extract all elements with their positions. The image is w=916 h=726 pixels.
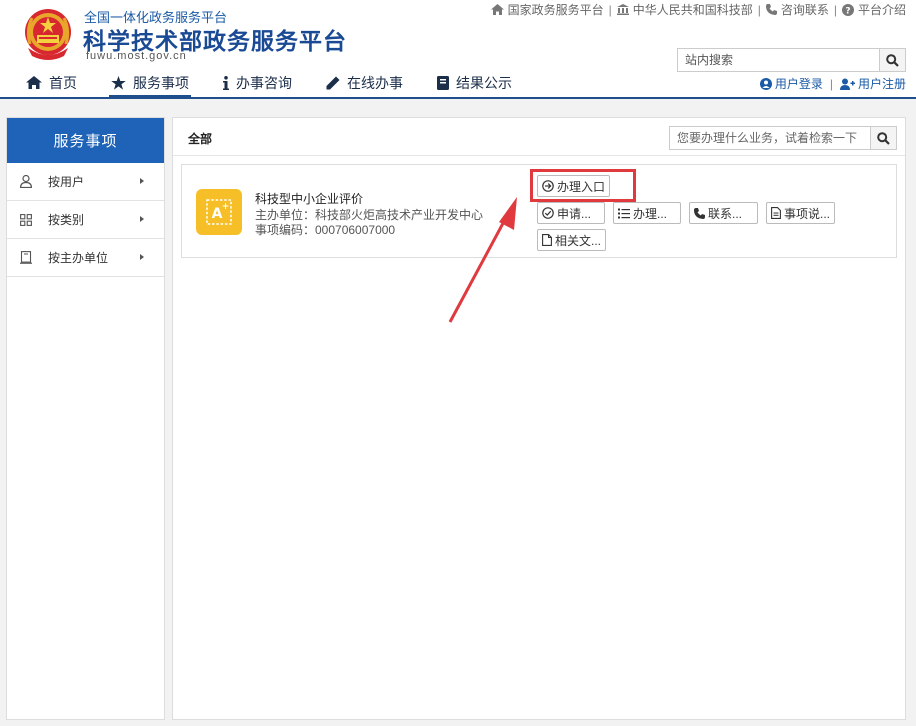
site-search-button[interactable]	[879, 49, 905, 71]
nav-label: 结果公示	[456, 74, 512, 91]
main-nav: 首页 服务事项 办事咨询 在线办事 结果公示	[24, 70, 544, 98]
svg-text:+: +	[222, 202, 230, 212]
bank-icon	[616, 4, 629, 15]
main-header: 全部	[173, 118, 905, 156]
process-button[interactable]: 办理...	[613, 202, 681, 224]
docs-button-label: 相关文...	[555, 233, 602, 248]
grid-icon	[20, 213, 34, 226]
apply-button-label: 申请...	[557, 206, 592, 221]
guide-button[interactable]: 事项说...	[766, 202, 835, 224]
service-code: 事项编码：000706007000	[255, 223, 396, 237]
top-link-label: 平台介绍	[857, 3, 906, 17]
user-links: 用户登录 | 用户注册	[759, 75, 906, 92]
nav-consult[interactable]: 办事咨询	[221, 70, 294, 98]
list-icon	[618, 208, 630, 218]
user-circle-icon	[759, 77, 772, 90]
question-circle-icon: ?	[841, 3, 854, 16]
divider: |	[757, 2, 761, 17]
service-grade-icon: A +	[196, 189, 242, 235]
nav-label: 服务事项	[133, 74, 189, 91]
sidebar-item-label: 按用户	[48, 175, 85, 189]
file-text-icon	[771, 207, 781, 219]
nav-label: 办事咨询	[236, 74, 292, 91]
docs-button[interactable]: 相关文...	[537, 229, 606, 251]
star-icon	[111, 75, 126, 90]
phone-icon	[765, 4, 777, 15]
top-link-about[interactable]: ? 平台介绍	[841, 1, 906, 18]
nav-online[interactable]: 在线办事	[324, 70, 405, 98]
breadcrumb[interactable]: 全部	[188, 130, 212, 147]
site-url: fuwu.most.gov.cn	[86, 50, 187, 62]
register-label: 用户注册	[857, 77, 906, 91]
user-icon	[20, 175, 34, 188]
top-link-national-platform[interactable]: 国家政务服务平台	[490, 1, 604, 18]
login-link[interactable]: 用户登录	[759, 75, 823, 92]
login-label: 用户登录	[774, 77, 823, 91]
home-icon	[26, 76, 42, 89]
phone-icon	[694, 207, 705, 219]
check-circle-icon	[542, 207, 554, 219]
top-link-ministry[interactable]: 中华人民共和国科技部	[616, 1, 753, 18]
service-title[interactable]: 科技型中小企业评价	[255, 190, 363, 207]
national-emblem-icon[interactable]	[22, 8, 74, 62]
divider: |	[833, 2, 837, 17]
site-search-box	[677, 48, 906, 72]
nav-results[interactable]: 结果公示	[435, 70, 514, 98]
sidebar-item-by-user[interactable]: 按用户	[7, 163, 164, 201]
sidebar-item-label: 按主办单位	[48, 251, 109, 265]
apply-button[interactable]: 申请...	[537, 202, 605, 224]
search-icon	[886, 53, 899, 67]
main-panel: 全部 A + 科技型中小企业评价 主办单位：科技部火炬高技术产业开发中心 事项编…	[172, 117, 906, 720]
sidebar-item-by-category[interactable]: 按类别	[7, 201, 164, 239]
top-link-label: 咨询联系	[780, 3, 829, 17]
sidebar-title: 服务事项	[7, 118, 164, 163]
service-search-box	[669, 126, 897, 150]
caret-right-icon	[140, 216, 144, 222]
building-icon	[20, 251, 34, 264]
divider: |	[829, 76, 833, 91]
sidebar-item-by-unit[interactable]: 按主办单位	[7, 239, 164, 277]
service-search-input[interactable]	[670, 127, 870, 149]
info-icon	[223, 75, 229, 90]
site-search-input[interactable]	[678, 49, 879, 71]
top-link-label: 国家政务服务平台	[507, 3, 604, 17]
site-header: 全国一体化政务服务平台 科学技术部政务服务平台 fuwu.most.gov.cn…	[0, 0, 916, 99]
file-icon	[542, 234, 552, 246]
home-icon	[490, 4, 504, 15]
user-plus-icon	[839, 78, 855, 90]
sidebar: 服务事项 按用户 按类别 按主办单位	[6, 117, 165, 720]
top-link-contact[interactable]: 咨询联系	[765, 1, 829, 18]
contact-button-label: 联系...	[708, 206, 743, 221]
service-card: A + 科技型中小企业评价 主办单位：科技部火炬高技术产业开发中心 事项编码：0…	[181, 164, 897, 258]
contact-button[interactable]: 联系...	[689, 202, 758, 224]
nav-label: 首页	[49, 74, 77, 91]
sidebar-item-label: 按类别	[48, 213, 85, 227]
caret-right-icon	[140, 178, 144, 184]
pencil-icon	[326, 76, 340, 89]
top-links: 国家政务服务平台 | 中华人民共和国科技部 | 咨询联系 | ? 平台介绍	[490, 1, 906, 18]
book-icon	[437, 75, 449, 90]
nav-label: 在线办事	[347, 74, 403, 91]
svg-text:?: ?	[845, 6, 850, 16]
guide-button-label: 事项说...	[784, 206, 831, 221]
service-search-button[interactable]	[870, 127, 896, 149]
nav-services[interactable]: 服务事项	[109, 70, 191, 98]
process-button-label: 办理...	[633, 206, 668, 221]
caret-right-icon	[140, 254, 144, 260]
search-icon	[877, 131, 890, 145]
divider: |	[608, 2, 612, 17]
nav-home[interactable]: 首页	[24, 70, 79, 98]
entry-highlight-box	[530, 169, 636, 202]
register-link[interactable]: 用户注册	[839, 75, 906, 92]
top-link-label: 中华人民共和国科技部	[632, 3, 753, 17]
